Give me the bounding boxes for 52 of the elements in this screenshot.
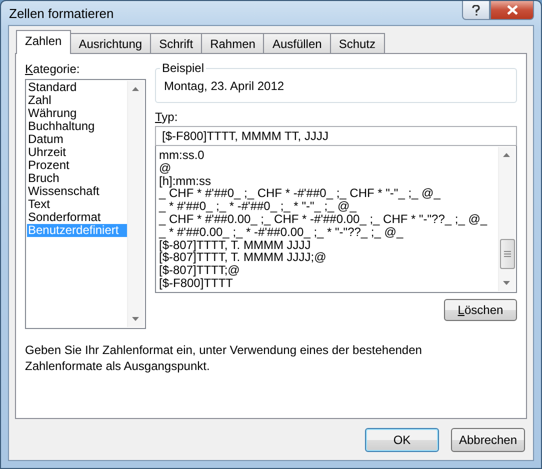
- category-item[interactable]: Uhrzeit: [27, 146, 127, 159]
- delete-button[interactable]: Löschen: [444, 299, 517, 321]
- category-item[interactable]: Sonderformat: [27, 211, 127, 224]
- help-icon: [472, 4, 480, 16]
- tab[interactable]: Schrift: [150, 33, 202, 53]
- scroll-down-icon[interactable]: [132, 317, 139, 321]
- format-item[interactable]: _ CHF * #'##0_ ;_ CHF * -#'##0_ ;_ CHF * "-"_ ;_ @_: [157, 187, 498, 200]
- type-input-field[interactable]: [$-F800]TTTT, MMMM TT, JJJJ: [155, 126, 517, 146]
- category-item[interactable]: Währung: [27, 107, 127, 120]
- format-item[interactable]: _ * #'##0.00_ ;_ * -#'##0.00_ ;_ * "-"??_ ;_ @_: [157, 226, 498, 239]
- help-button[interactable]: [462, 1, 490, 20]
- window-title: Zellen formatieren: [9, 6, 114, 20]
- close-button[interactable]: [490, 1, 534, 20]
- scroll-down-icon[interactable]: [503, 281, 510, 285]
- category-item[interactable]: Prozent: [27, 159, 127, 172]
- category-item[interactable]: Bruch: [27, 172, 127, 185]
- tab[interactable]: Ausfüllen: [263, 33, 331, 53]
- category-list[interactable]: Standard Zahl Währung Buchhaltung Datum Uhrzeit Prozent Bruch Wissenschaft Text Sonderformat Benutzerdefiniert: [25, 79, 146, 329]
- grip-icon: [504, 251, 511, 258]
- tab[interactable]: Schutz: [330, 33, 385, 53]
- format-item[interactable]: [$-F800]TTTT: [157, 276, 498, 290]
- format-item[interactable]: [h]:mm:ss: [157, 174, 498, 188]
- format-list[interactable]: [155, 146, 517, 293]
- format-item[interactable]: _ CHF * #'##0.00_ ;_ CHF * -#'##0.00_ ;_ CHF * "-"??_ ;_ @_: [157, 212, 498, 226]
- category-item[interactable]: Standard: [27, 81, 127, 94]
- category-item[interactable]: Buchhaltung: [27, 120, 127, 133]
- type-label: Typ:: [155, 110, 179, 124]
- format-item[interactable]: [$-807]TTTT, T. MMMM JJJJ;@: [157, 251, 498, 264]
- scroll-thumb[interactable]: [500, 239, 515, 270]
- format-item[interactable]: [$-807]TTTT, T. MMMM JJJJ: [157, 238, 498, 252]
- tab[interactable]: Ausrichtung: [70, 33, 152, 53]
- format-item[interactable]: @: [157, 162, 498, 175]
- category-item[interactable]: Text: [27, 198, 127, 211]
- tab[interactable]: Zahlen: [16, 30, 71, 54]
- scrollbar[interactable]: [498, 147, 515, 291]
- tab[interactable]: Rahmen: [201, 33, 264, 53]
- category-item[interactable]: Wissenschaft: [27, 185, 127, 198]
- scroll-up-icon[interactable]: [503, 153, 510, 157]
- format-item[interactable]: [$-807]TTTT;@: [157, 264, 498, 277]
- format-item[interactable]: mm:ss.0: [157, 149, 498, 162]
- sample-label: Beispiel: [160, 61, 206, 75]
- scrollbar[interactable]: [127, 81, 144, 327]
- format-item[interactable]: _ * #'##0_ ;_ * -#'##0_ ;_ * "-"_ ;_ @_: [157, 200, 498, 213]
- description-text: Geben Sie Ihr Zahlenformat ein, unter Verwendung eines der bestehenden Zahlenformate als Ausgangspunkt.: [25, 342, 423, 374]
- close-icon: [506, 5, 518, 15]
- category-item[interactable]: Zahl: [27, 94, 127, 107]
- cancel-button[interactable]: Abbrechen: [451, 428, 525, 452]
- sample-value: Montag, 23. April 2012: [164, 78, 284, 92]
- ok-button[interactable]: OK: [365, 428, 439, 452]
- category-item[interactable]: Datum: [27, 133, 127, 146]
- scroll-up-icon[interactable]: [132, 87, 139, 91]
- category-label: Kategorie:: [25, 62, 81, 76]
